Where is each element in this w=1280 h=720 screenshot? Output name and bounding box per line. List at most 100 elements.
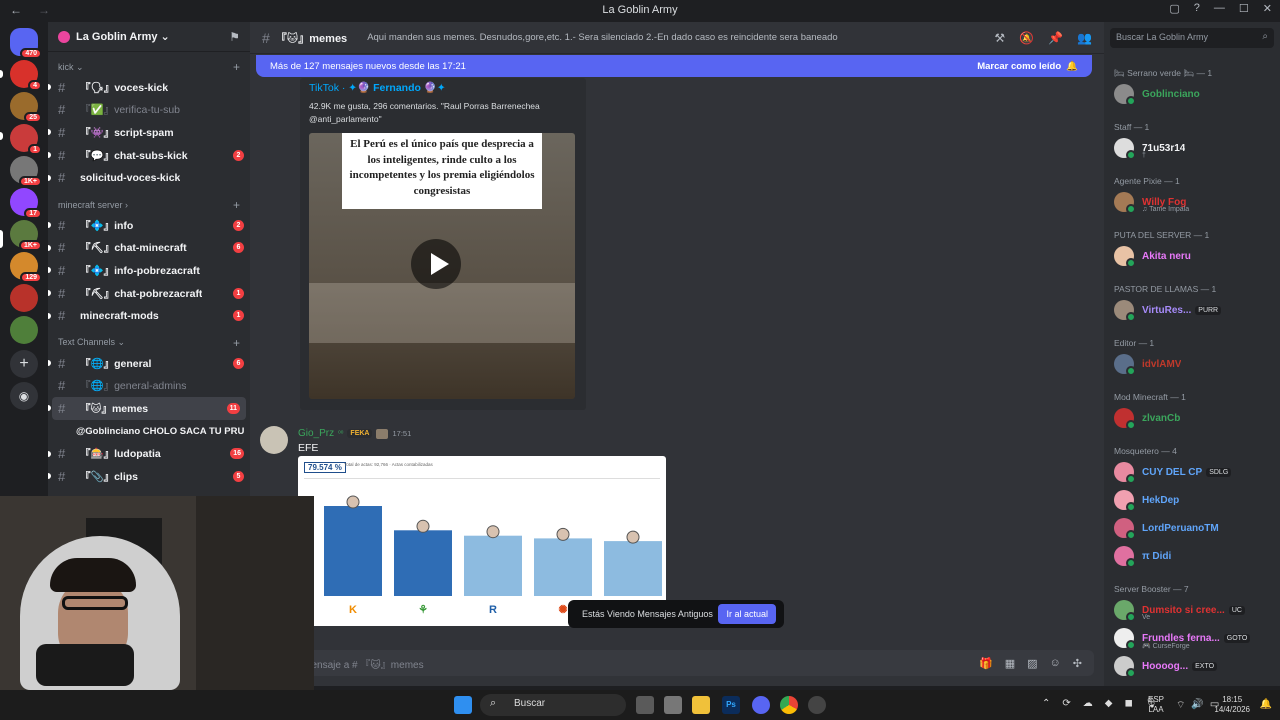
member-item[interactable]: 71u53r14 † xyxy=(1114,136,1274,160)
channel-item[interactable]: # 『💬』chat-subs-kick 2 xyxy=(48,144,250,167)
guild-tag[interactable]: FEKA xyxy=(347,429,373,438)
sticker-icon[interactable]: ▨ xyxy=(1027,657,1037,670)
category-text[interactable]: Text Channels ⌄ + xyxy=(48,334,250,352)
emoji-icon[interactable]: ☺ xyxy=(1050,657,1061,670)
add-channel-icon[interactable]: + xyxy=(233,198,240,212)
category-minecraft[interactable]: minecraft server › + xyxy=(48,196,250,214)
jump-to-present-button[interactable]: Ir al actual xyxy=(718,604,776,624)
channel-item[interactable]: # 『⛏』chat-minecraft 6 xyxy=(48,237,250,260)
server-icon-server-dragon[interactable] xyxy=(10,316,38,344)
inbox-icon[interactable]: ▢ xyxy=(1169,2,1179,15)
clock[interactable]: 18:15 14/4/2026 xyxy=(1214,695,1250,715)
category-kick[interactable]: kick ⌄ + xyxy=(48,58,250,76)
channel-item[interactable]: # 『👾』script-spam xyxy=(48,121,250,144)
member-item[interactable]: LordPeruanoTM xyxy=(1114,516,1274,540)
server-icon-server-gold[interactable]: 25 xyxy=(10,92,42,123)
server-search-input[interactable]: Buscar La Goblin Army ⌕ xyxy=(1110,28,1274,48)
play-icon[interactable] xyxy=(411,239,461,289)
tray-app2-icon[interactable]: ◼ xyxy=(1124,698,1132,709)
threads-icon[interactable]: ⚒ xyxy=(994,31,1005,45)
selected-pill xyxy=(0,230,3,248)
gif-icon[interactable]: ▦ xyxy=(1005,657,1015,670)
server-icon-server-goblin[interactable]: 1K+ xyxy=(10,220,42,251)
tray-cloud-icon[interactable]: ☁ xyxy=(1083,698,1093,709)
obs-icon[interactable] xyxy=(808,696,826,714)
tray-app-icon[interactable]: ◆ xyxy=(1105,698,1113,709)
discord-icon[interactable] xyxy=(752,696,770,714)
close-button[interactable]: ✕ xyxy=(1263,2,1272,15)
channel-item[interactable]: # 『🗣』voces-kick xyxy=(48,76,250,99)
member-item[interactable]: idvlAMV xyxy=(1114,352,1274,376)
channel-item[interactable]: # 『✅』verifica-tu-sub xyxy=(48,99,250,122)
member-list-icon[interactable]: 👥 xyxy=(1077,31,1092,45)
pin-icon[interactable]: 📌 xyxy=(1048,31,1063,45)
member-item[interactable]: Frundles ferna... GOTO 🎮 CurseForge xyxy=(1114,626,1274,650)
channel-item[interactable]: @Goblinciano CHOLO SACA TU PRUE... xyxy=(48,420,250,443)
avatar[interactable] xyxy=(260,426,288,454)
notification-bell-icon[interactable]: 🔔 xyxy=(1260,699,1272,710)
add-server-icon[interactable]: + xyxy=(10,350,38,378)
taskbar-search[interactable]: ⌕ Buscar xyxy=(480,694,626,716)
server-icon-server-orange[interactable]: 129 xyxy=(10,252,42,283)
photoshop-icon[interactable]: Ps xyxy=(722,696,740,714)
add-channel-icon[interactable]: + xyxy=(233,336,240,350)
member-item[interactable]: Dumsito si cree... UC Ve xyxy=(1114,598,1274,622)
member-item[interactable]: Willy Fog ♫ Tame Impala xyxy=(1114,190,1274,214)
new-messages-bar[interactable]: Más de 127 mensajes nuevos desde las 17:… xyxy=(256,55,1092,77)
message-author[interactable]: Gio_Prz xyxy=(298,428,334,439)
tray-chevron-icon[interactable]: ⌃ xyxy=(1042,698,1050,709)
server-icon-server-pos[interactable]: 1 xyxy=(10,124,42,155)
party-logo-2: R xyxy=(489,604,497,616)
member-item[interactable]: zlvanCb xyxy=(1114,406,1274,430)
phone-link-icon[interactable] xyxy=(664,696,682,714)
member-item[interactable]: Hoooog... EXTO xyxy=(1114,654,1274,678)
tray-status[interactable]: ⌔ 🔊 ▭ xyxy=(1176,699,1219,712)
server-icon-server-twitch[interactable]: 17 xyxy=(10,188,42,219)
mute-bell-icon[interactable]: 🔕 xyxy=(1019,31,1034,45)
embed-provider[interactable]: TikTok · ✦🔮 Fernando 🔮✦ xyxy=(309,81,446,94)
member-item[interactable]: CUY DEL CP SDLG xyxy=(1114,460,1274,484)
member-item[interactable]: HekDep xyxy=(1114,488,1274,512)
channel-item[interactable]: # 『🌐』general 6 xyxy=(48,352,250,375)
task-view-icon[interactable] xyxy=(636,696,654,714)
member-item[interactable]: Goblinciano xyxy=(1114,82,1274,106)
tray-sync-icon[interactable]: ⟳ xyxy=(1062,698,1070,709)
channel-item[interactable]: # 『📎』clips 5 xyxy=(48,465,250,488)
member-item[interactable]: VirtuRes... PURR xyxy=(1114,298,1274,322)
help-icon[interactable]: ? xyxy=(1194,2,1200,15)
language-indicator[interactable]: ESP LAA xyxy=(1148,695,1164,715)
channel-item[interactable]: # 『💠』info 2 xyxy=(48,214,250,237)
embed-video-thumbnail[interactable]: El Perú es el único país que desprecia a… xyxy=(309,133,575,399)
guild-header[interactable]: La Goblin Army ⌄ ⚑ xyxy=(48,22,250,52)
channel-item[interactable]: # 『⛏』chat-pobrezacraft 1 xyxy=(48,282,250,305)
channel-item[interactable]: # 『🌐』general-admins xyxy=(48,375,250,398)
server-icon-server-green-red[interactable] xyxy=(10,284,38,312)
invite-icon[interactable]: ⚑ xyxy=(229,30,240,44)
file-explorer-icon[interactable] xyxy=(692,696,710,714)
channel-item[interactable]: # 『🐱』memes 11 xyxy=(48,397,246,420)
server-badge: 1K+ xyxy=(18,176,42,187)
maximize-button[interactable]: ☐ xyxy=(1239,2,1249,15)
add-channel-icon[interactable]: + xyxy=(233,60,240,74)
chrome-icon[interactable] xyxy=(780,696,798,714)
channel-topic[interactable]: Aqui manden sus memes. Desnudos,gore,etc… xyxy=(367,32,838,43)
member-item[interactable]: π Didi xyxy=(1114,544,1274,568)
minimize-button[interactable]: — xyxy=(1214,2,1225,15)
channel-item[interactable]: # solicitud-voces-kick xyxy=(48,166,250,189)
channel-item[interactable]: # minecraft-mods 1 xyxy=(48,304,250,327)
mark-as-read-button[interactable]: Marcar como leído xyxy=(977,61,1061,72)
message-input[interactable]: Enviar mensaje a # 『🐱』memes 🎁 ▦ ▨ ☺ ✣ xyxy=(260,650,1094,676)
server-icon-server-red[interactable]: 4 xyxy=(10,60,42,91)
member-activity: † xyxy=(1142,152,1146,159)
apps-icon[interactable]: ✣ xyxy=(1073,657,1082,670)
member-item[interactable]: Akita neru xyxy=(1114,244,1274,268)
channel-item[interactable]: # 『💠』info-pobrezacraft xyxy=(48,259,250,282)
embed-author[interactable]: ✦🔮 Fernando 🔮✦ xyxy=(348,82,445,94)
start-windows-icon[interactable] xyxy=(454,696,472,714)
server-icon-discord-home[interactable]: 470 xyxy=(10,28,42,59)
gift-icon[interactable]: 🎁 xyxy=(979,657,993,670)
discover-icon[interactable]: ◉ xyxy=(10,382,38,410)
channel-item[interactable]: # 『🎰』ludopatia 16 xyxy=(48,442,250,465)
channel-label: minecraft-mods xyxy=(80,309,159,322)
server-icon-server-face[interactable]: 1K+ xyxy=(10,156,42,187)
